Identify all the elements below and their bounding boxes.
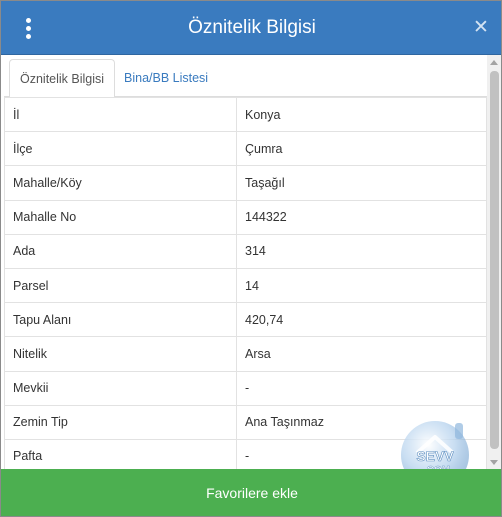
tab-building-list[interactable]: Bina/BB Listesi (114, 59, 218, 98)
add-to-favorites-button[interactable]: Favorilere ekle (1, 469, 501, 516)
table-row: Pafta - (4, 438, 487, 469)
vertical-scrollbar[interactable] (487, 55, 501, 469)
scroll-up-arrow-icon[interactable] (490, 60, 498, 65)
dialog-title: Öznitelik Bilgisi (188, 17, 316, 38)
row-value: Arsa (236, 336, 487, 372)
table-row: Mevkii - (4, 370, 487, 406)
close-icon[interactable]: ✕ (471, 17, 491, 39)
row-value: Çumra (236, 131, 487, 167)
row-value: - (236, 438, 487, 469)
tab-bar: Öznitelik Bilgisi Bina/BB Listesi (4, 59, 487, 98)
row-value: Ana Taşınmaz (236, 404, 487, 440)
scroll-down-arrow-icon[interactable] (490, 460, 498, 465)
table-row: İl Konya (4, 96, 487, 133)
dialog-header: Öznitelik Bilgisi ✕ (1, 1, 501, 55)
row-key: Zemin Tip (4, 404, 237, 440)
tab-attribute-info[interactable]: Öznitelik Bilgisi (9, 59, 116, 98)
table-row: Zemin Tip Ana Taşınmaz (4, 404, 487, 440)
table-row: Ada 314 (4, 233, 487, 269)
table-row: İlçe Çumra (4, 131, 487, 167)
row-value: - (236, 370, 487, 406)
add-to-favorites-label: Favorilere ekle (206, 485, 298, 501)
row-key: Pafta (4, 438, 237, 469)
row-value: Konya (236, 96, 487, 133)
attribute-info-dialog: Öznitelik Bilgisi ✕ Öznitelik Bilgisi Bi… (0, 0, 502, 517)
row-value: Taşağıl (236, 165, 487, 201)
attribute-table: İl Konya İlçe Çumra Mahalle/Köy Taşağıl Mah… (4, 96, 487, 469)
row-key: Parsel (4, 267, 237, 304)
table-row: Mahalle/Köy Taşağıl (4, 165, 487, 201)
row-key: Tapu Alanı (4, 302, 237, 338)
row-key: İl (4, 96, 237, 133)
row-value: 314 (236, 233, 487, 269)
row-value: 420,74 (236, 302, 487, 338)
row-key: Nitelik (4, 336, 237, 372)
table-row: Mahalle No 144322 (4, 199, 487, 235)
table-row: Nitelik Arsa (4, 336, 487, 372)
row-key: Mahalle No (4, 199, 237, 235)
row-value: 14 (236, 267, 487, 304)
row-key: İlçe (4, 131, 237, 167)
scrollbar-thumb[interactable] (490, 71, 499, 449)
row-key: Mahalle/Köy (4, 165, 237, 201)
row-key: Mevkii (4, 370, 237, 406)
table-row: Parsel 14 (4, 267, 487, 304)
dialog-content: Öznitelik Bilgisi Bina/BB Listesi İl Kony… (1, 55, 487, 469)
row-key: Ada (4, 233, 237, 269)
table-row: Tapu Alanı 420,74 (4, 302, 487, 338)
row-value: 144322 (236, 199, 487, 235)
